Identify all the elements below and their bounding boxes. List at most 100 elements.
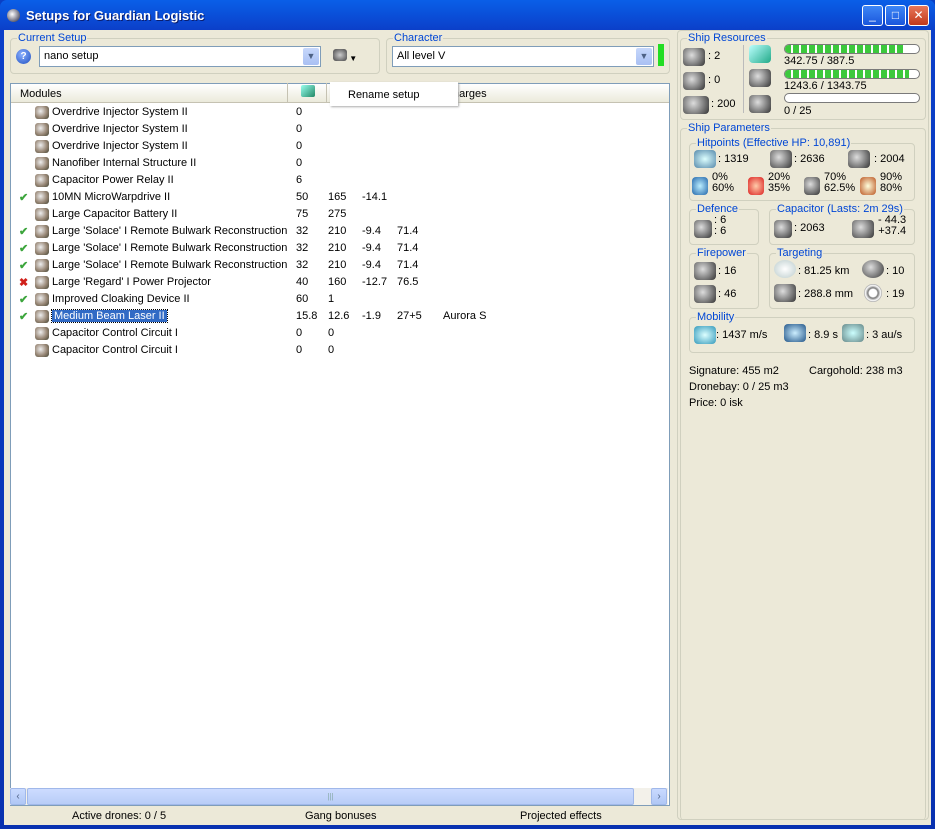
module-row[interactable]: ✖ Large 'Regard' I Power Projector 40 160 -1… xyxy=(11,274,669,291)
module-c2: 165 xyxy=(328,191,347,203)
module-c1: 0 xyxy=(296,327,303,339)
module-c1: 75 xyxy=(296,208,309,220)
modules-list[interactable]: Modules harges Overdrive Injector System… xyxy=(10,83,670,806)
module-name: Capacitor Control Circuit I xyxy=(52,327,178,339)
active-check-icon[interactable]: ✔ xyxy=(19,191,28,204)
thermal-resist-icon xyxy=(748,177,764,195)
gang-bonuses-button[interactable]: Gang bonuses xyxy=(305,810,377,822)
warp-speed: : 3 au/s xyxy=(866,329,903,341)
active-check-icon[interactable]: ✔ xyxy=(19,242,28,255)
minimize-button[interactable]: _ xyxy=(862,5,883,26)
window: Setups for Guardian Logistic _ □ ✕ Curre… xyxy=(0,0,935,829)
module-row[interactable]: Overdrive Injector System II 0 xyxy=(11,138,669,155)
scroll-right-button[interactable]: › xyxy=(651,788,667,805)
module-row[interactable]: Large Capacitor Battery II 75 275 xyxy=(11,206,669,223)
module-c1: 40 xyxy=(296,276,309,288)
module-c2: 160 xyxy=(328,276,347,288)
module-row[interactable]: Overdrive Injector System II 0 xyxy=(11,121,669,138)
current-setup-label: Current Setup xyxy=(17,32,88,44)
module-row[interactable]: ✔ Large 'Solace' I Remote Bulwark Reconst… xyxy=(11,257,669,274)
close-button[interactable]: ✕ xyxy=(908,5,929,26)
thermal-resist: 20% 35% xyxy=(768,171,791,194)
module-c4: 71.4 xyxy=(397,259,419,271)
module-c2: 12.6 xyxy=(328,310,350,322)
price: Price: 0 isk xyxy=(689,397,743,409)
module-icon xyxy=(35,140,49,153)
firepower-label: Firepower xyxy=(696,247,747,259)
module-icon xyxy=(35,276,49,289)
module-c3: -9.4 xyxy=(362,242,381,254)
drone-bandwidth-value: 0 / 25 xyxy=(784,105,812,117)
em-resist: 0% 60% xyxy=(712,171,735,194)
module-row[interactable]: ✔ Improved Cloaking Device II 60 1 xyxy=(11,291,669,308)
module-row[interactable]: Nanofiber Internal Structure II 0 xyxy=(11,155,669,172)
powergrid-value: 1243.6 / 1343.75 xyxy=(784,80,867,92)
scroll-left-button[interactable]: ‹ xyxy=(10,788,26,805)
ship-resources-label: Ship Resources xyxy=(687,32,767,44)
chevron-down-icon[interactable]: ▼ xyxy=(303,48,319,65)
character-label: Character xyxy=(393,32,444,44)
active-check-icon[interactable]: ✔ xyxy=(19,293,28,306)
hitpoints-group: Hitpoints (Effective HP: 10,891) : 1319 … xyxy=(689,137,915,201)
max-targets-icon xyxy=(862,260,884,278)
module-c4: 27+5 xyxy=(397,310,422,322)
module-icon xyxy=(35,327,49,340)
defence-values: : 6: 6 xyxy=(714,214,727,237)
module-row[interactable]: Overdrive Injector System II 0 xyxy=(11,104,669,121)
header-modules[interactable]: Modules xyxy=(20,88,62,100)
calibration-icon xyxy=(683,96,709,114)
module-row[interactable]: ✔ 10MN MicroWarpdrive II 50 165 -14.1 xyxy=(11,189,669,206)
active-check-icon[interactable]: ✔ xyxy=(19,310,28,323)
module-row[interactable]: ✔ Large 'Solace' I Remote Bulwark Reconst… xyxy=(11,240,669,257)
module-row[interactable]: Capacitor Power Relay II 6 xyxy=(11,172,669,189)
active-check-icon[interactable]: ✔ xyxy=(19,225,28,238)
window-title: Setups for Guardian Logistic xyxy=(26,8,205,23)
module-row[interactable]: Capacitor Control Circuit I 0 0 xyxy=(11,342,669,359)
header-cpu[interactable] xyxy=(287,83,327,102)
firepower-volley: : 46 xyxy=(718,288,737,300)
scroll-thumb[interactable]: ||| xyxy=(27,788,634,805)
help-icon[interactable]: ? xyxy=(16,49,31,64)
drone-bandwidth-bar xyxy=(784,93,920,103)
header-charges[interactable]: harges xyxy=(453,88,487,100)
structure-icon xyxy=(848,150,870,168)
context-menu: Rename setup xyxy=(330,82,458,106)
defence-icon xyxy=(694,220,712,238)
chevron-down-icon[interactable]: ▼ xyxy=(636,48,652,65)
projected-effects-button[interactable]: Projected effects xyxy=(520,810,602,822)
menu-item-rename-setup[interactable]: Rename setup xyxy=(348,89,420,101)
module-icon xyxy=(35,174,49,187)
volley-icon xyxy=(694,285,716,303)
ship-parameters-label: Ship Parameters xyxy=(687,122,771,134)
module-icon xyxy=(35,344,49,357)
module-row[interactable]: Capacitor Control Circuit I 0 0 xyxy=(11,325,669,342)
active-drones-button[interactable]: Active drones: 0 / 5 xyxy=(72,810,166,822)
module-c2: 0 xyxy=(328,327,335,339)
scan-resolution: : 288.8 mm xyxy=(798,288,854,300)
active-check-icon[interactable]: ✔ xyxy=(19,259,28,272)
module-c3: -1.9 xyxy=(362,310,381,322)
setup-select[interactable]: nano setup ▼ xyxy=(39,46,321,67)
turret-icon xyxy=(683,48,705,66)
offline-x-icon[interactable]: ✖ xyxy=(19,276,28,289)
module-row[interactable]: ✔ Large 'Solace' I Remote Bulwark Reconst… xyxy=(11,223,669,240)
module-c3: -14.1 xyxy=(362,191,388,203)
module-c2: 0 xyxy=(328,344,335,356)
module-name: Medium Beam Laser II xyxy=(51,309,168,323)
character-status-indicator xyxy=(658,44,664,66)
horizontal-scrollbar[interactable]: ‹ ||| › xyxy=(10,788,668,805)
module-name: Large Capacitor Battery II xyxy=(52,208,178,220)
maximize-button[interactable]: □ xyxy=(885,5,906,26)
character-select[interactable]: All level V ▼ xyxy=(392,46,654,67)
firepower-group: Firepower : 16 : 46 xyxy=(689,247,759,309)
module-c1: 0 xyxy=(296,123,303,135)
scan-resolution-icon xyxy=(774,284,796,302)
setup-value: nano setup xyxy=(44,50,99,62)
character-group: Character All level V ▼ xyxy=(386,32,670,74)
setup-actions-button[interactable]: ▼ xyxy=(333,49,363,65)
launcher-slots: : 0 xyxy=(708,74,721,86)
structure-hp: : 2004 xyxy=(874,153,905,165)
module-row[interactable]: ✔ Medium Beam Laser II 15.8 12.6 -1.9 27+5 Aur… xyxy=(11,308,669,325)
module-c1: 60 xyxy=(296,293,309,305)
module-c3: -9.4 xyxy=(362,225,381,237)
